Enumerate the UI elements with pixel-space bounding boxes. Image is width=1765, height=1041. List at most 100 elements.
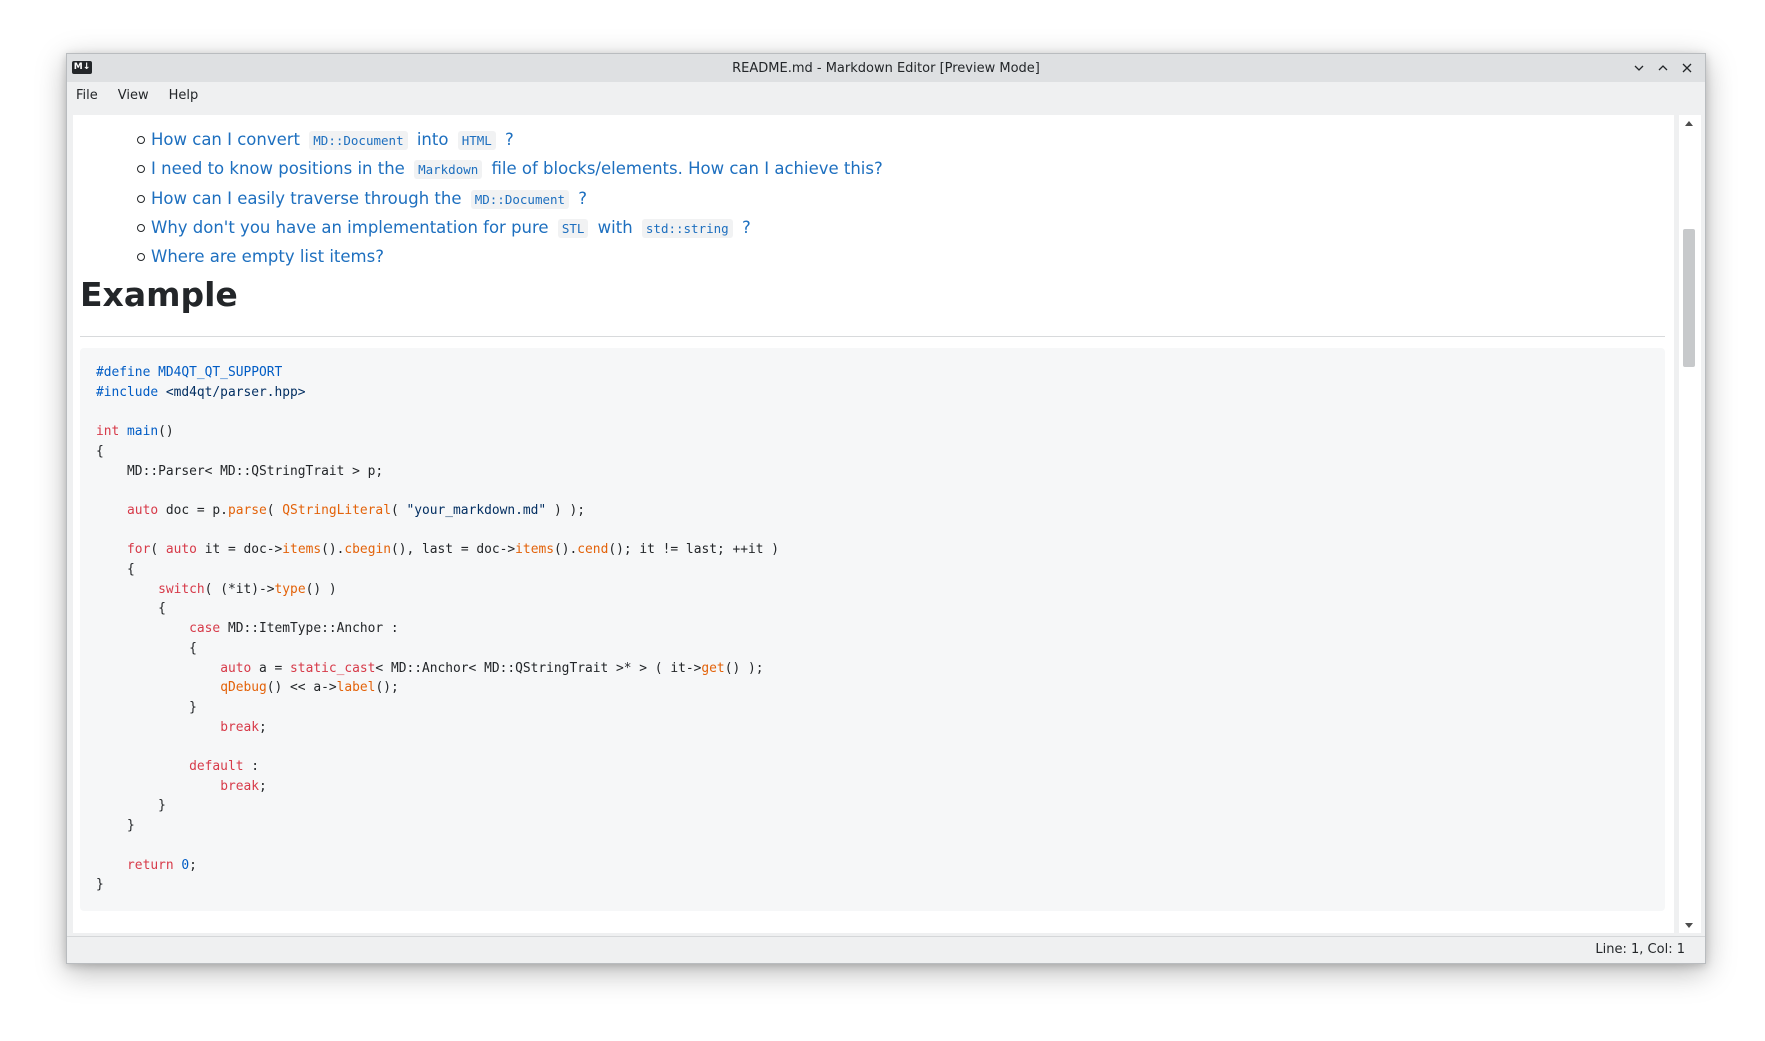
maximize-button[interactable] <box>1653 58 1673 78</box>
preview-pane[interactable]: How can I convert MD::Document into HTML… <box>73 115 1674 933</box>
code-line: return 0; <box>96 858 197 873</box>
title-bar[interactable]: M↓ README.md - Markdown Editor [Preview … <box>67 54 1705 82</box>
code-token: () <box>158 424 174 440</box>
code-line: } <box>96 818 135 833</box>
code-token: break <box>220 719 259 735</box>
inline-code: MD::Document <box>309 131 408 151</box>
code-token: ; <box>259 719 267 735</box>
link-text: ? <box>736 218 751 238</box>
window-title: README.md - Markdown Editor [Preview Mod… <box>732 60 1040 76</box>
code-line: { <box>96 641 197 656</box>
toc-link[interactable]: Where are empty list items? <box>151 247 384 266</box>
code-line: for( auto it = doc->items().cbegin(), la… <box>96 542 779 557</box>
toc-item: How can I convert MD::Document into HTML… <box>137 125 883 154</box>
menu-bar: File View Help <box>67 82 1705 109</box>
scroll-down-arrow-icon[interactable] <box>1685 923 1693 928</box>
code-token: QStringLiteral <box>282 502 391 518</box>
code-line: } <box>96 700 197 715</box>
code-token: MD::ItemType::Anchor : <box>227 621 399 637</box>
code-token: it = doc-> <box>204 542 283 558</box>
vertical-scrollbar[interactable] <box>1679 115 1701 933</box>
code-token: (). <box>321 542 345 558</box>
toc-item: Where are empty list items? <box>137 242 883 271</box>
code-token: qDebug <box>220 680 267 696</box>
bullet-icon <box>137 223 145 232</box>
code-token: () ) <box>305 581 337 597</box>
code-line: { <box>96 601 166 616</box>
code-token: < MD::Anchor< MD::QStringTrait >* > ( it… <box>375 660 702 676</box>
code-line: break; <box>96 779 267 794</box>
markdown-icon: M↓ <box>72 61 92 74</box>
code-token: { <box>96 640 197 656</box>
code-token: <md4qt/parser.hpp> <box>165 384 306 400</box>
code-block: #define MD4QT_QT_SUPPORT #include <md4qt… <box>80 348 1665 911</box>
code-token: () ); <box>724 660 764 676</box>
code-token: for <box>127 542 151 558</box>
code-token: static_cast <box>290 660 376 676</box>
toc-link[interactable]: Why don't you have an implementation for… <box>151 218 751 239</box>
code-line: switch( (*it)->type() ) <box>96 582 337 597</box>
link-text: Where are empty list items? <box>151 247 384 267</box>
bullet-icon <box>137 136 145 144</box>
code-token: 0 <box>181 857 190 873</box>
code-line: } <box>96 877 104 892</box>
code-line: qDebug() << a->label(); <box>96 680 399 695</box>
code-line: default : <box>96 759 259 774</box>
code-token: { <box>96 562 135 578</box>
inline-code: Markdown <box>414 160 483 180</box>
code-token: } <box>96 699 197 715</box>
code-token: #define <box>96 365 159 380</box>
code-token: cbegin <box>344 542 391 558</box>
code-token: items <box>282 542 322 558</box>
code-token: { <box>96 601 166 617</box>
link-text: How can I convert <box>151 130 306 150</box>
code-line: MD::Parser< MD::QStringTrait > p; <box>96 464 383 479</box>
code-token: { <box>96 443 104 459</box>
close-icon <box>1682 63 1692 73</box>
link-text: ? <box>499 130 514 150</box>
cursor-position: Line: 1, Col: 1 <box>1595 942 1685 957</box>
link-text: with <box>592 218 638 238</box>
code-token: (). <box>553 542 578 558</box>
inline-code: STL <box>557 219 589 239</box>
menu-view[interactable]: View <box>118 88 159 103</box>
code-token: label <box>336 680 376 696</box>
scroll-thumb[interactable] <box>1683 229 1695 367</box>
bullet-icon <box>137 253 145 262</box>
toc-link[interactable]: How can I easily traverse through the MD… <box>151 188 588 209</box>
code-line: } <box>96 798 166 813</box>
toc-link[interactable]: I need to know positions in the Markdown… <box>151 159 883 180</box>
code-token: } <box>96 877 104 893</box>
code-token: (); <box>375 680 399 696</box>
code-token: int <box>96 424 128 440</box>
code-token: ( (*it)-> <box>204 581 275 597</box>
code-line: int main() <box>96 424 174 439</box>
code-line: auto doc = p.parse( QStringLiteral( "you… <box>96 503 585 518</box>
code-text: #define MD4QT_QT_SUPPORT #include <md4qt… <box>96 363 779 895</box>
code-token: : <box>251 759 259 775</box>
minimize-button[interactable] <box>1629 58 1649 78</box>
toc-item: How can I easily traverse through the MD… <box>137 184 883 213</box>
code-token: type <box>274 581 306 597</box>
code-token: default <box>189 759 252 775</box>
code-line: break; <box>96 720 267 735</box>
menu-help[interactable]: Help <box>169 88 209 103</box>
link-text: I need to know positions in the <box>151 159 411 179</box>
close-button[interactable] <box>1677 58 1697 78</box>
scroll-up-arrow-icon[interactable] <box>1685 121 1693 126</box>
code-token: ( <box>266 502 283 518</box>
bullet-icon <box>137 165 145 174</box>
window-controls <box>1629 58 1697 78</box>
link-text: file of blocks/elements. How can I achie… <box>486 159 883 179</box>
toc-link[interactable]: How can I convert MD::Document into HTML… <box>151 130 514 151</box>
menu-file[interactable]: File <box>76 88 108 103</box>
code-token: } <box>96 818 135 834</box>
heading-divider <box>80 336 1665 337</box>
link-text: ? <box>573 188 588 208</box>
code-token: ( <box>390 502 407 518</box>
